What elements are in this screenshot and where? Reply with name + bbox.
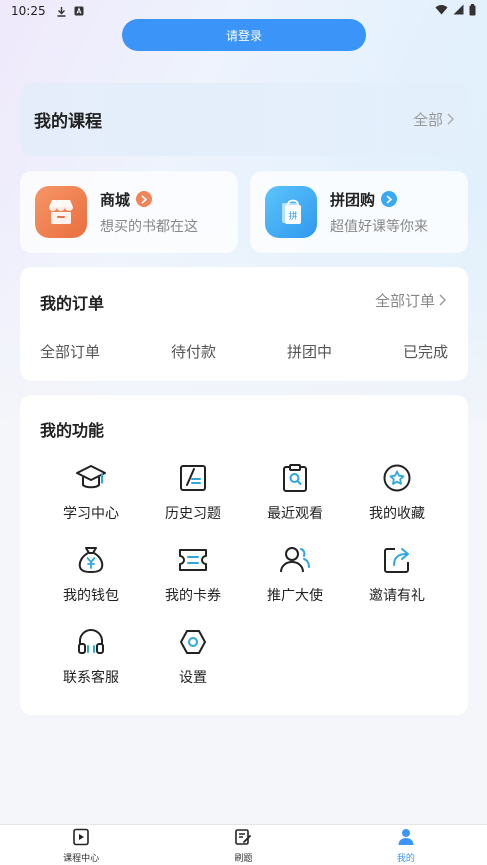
order-tab-group-buying[interactable]: 拼团中 bbox=[287, 341, 332, 362]
function-label: 联系客服 bbox=[63, 670, 119, 686]
course-video-icon bbox=[72, 828, 90, 850]
functions-grid: 学习中心 历史习题 最近观看 我的收藏 我的钱包 我的卡券 推广大使 邀请有礼 … bbox=[40, 461, 448, 687]
star-icon bbox=[380, 461, 414, 495]
function-settings[interactable]: 设置 bbox=[142, 625, 244, 687]
ambassador-icon bbox=[278, 543, 312, 577]
function-label: 我的卡券 bbox=[165, 588, 221, 604]
settings-icon bbox=[176, 625, 210, 659]
function-label: 邀请有礼 bbox=[369, 588, 425, 604]
mall-title: 商城 bbox=[100, 190, 131, 209]
tab-label: 我的 bbox=[396, 854, 415, 864]
order-tab-completed[interactable]: 已完成 bbox=[403, 341, 448, 362]
function-label: 推广大使 bbox=[267, 588, 323, 604]
tab-course-center[interactable]: 课程中心 bbox=[0, 825, 162, 865]
function-my-favorites[interactable]: 我的收藏 bbox=[346, 461, 448, 523]
share-icon bbox=[380, 543, 414, 577]
my-functions-title: 我的功能 bbox=[40, 421, 105, 440]
function-label: 历史习题 bbox=[165, 506, 221, 522]
mall-subtitle: 想买的书都在这 bbox=[100, 218, 198, 235]
status-indicators bbox=[435, 3, 476, 19]
tab-label: 刷题 bbox=[234, 854, 253, 864]
battery-icon bbox=[469, 3, 476, 19]
status-time: 10:25 bbox=[11, 4, 46, 18]
exercise-history-icon bbox=[176, 461, 210, 495]
order-status-tabs: 全部订单 待付款 拼团中 已完成 bbox=[40, 341, 448, 362]
app-notification-icon bbox=[74, 6, 85, 17]
orders-view-all-label: 全部订单 bbox=[374, 292, 435, 310]
clipboard-search-icon bbox=[278, 461, 312, 495]
orders-view-all-link[interactable]: 全部订单 bbox=[375, 290, 446, 311]
bottom-tab-bar: 课程中心 刷题 我的 bbox=[0, 824, 487, 865]
chevron-right-circle-icon bbox=[381, 191, 398, 207]
graduation-cap-icon bbox=[74, 461, 108, 495]
my-courses-title: 我的课程 bbox=[34, 112, 102, 132]
tab-label: 课程中心 bbox=[63, 854, 100, 864]
wifi-icon bbox=[435, 4, 448, 18]
practice-edit-icon bbox=[234, 828, 252, 850]
function-label: 最近观看 bbox=[267, 506, 323, 522]
signal-icon bbox=[453, 4, 464, 18]
function-label: 我的钱包 bbox=[63, 588, 119, 604]
my-courses-card[interactable]: 我的课程 全部 bbox=[20, 83, 468, 156]
money-bag-icon bbox=[74, 543, 108, 577]
courses-view-all-link[interactable]: 全部 bbox=[413, 109, 454, 130]
my-functions-card: 我的功能 学习中心 历史习题 最近观看 我的收藏 我的钱包 我的卡券 推广大使 … bbox=[20, 395, 468, 715]
svg-text:拼: 拼 bbox=[288, 210, 297, 222]
tab-practice[interactable]: 刷题 bbox=[162, 825, 324, 865]
my-orders-title: 我的订单 bbox=[40, 294, 105, 313]
function-my-coupons[interactable]: 我的卡券 bbox=[142, 543, 244, 605]
group-buy-bag-icon: 拼 bbox=[265, 186, 317, 238]
my-orders-card: 我的订单 全部订单 全部订单 待付款 拼团中 已完成 bbox=[20, 267, 468, 381]
function-label: 设置 bbox=[179, 670, 207, 686]
function-invite-gift[interactable]: 邀请有礼 bbox=[346, 543, 448, 605]
function-promotion-ambassador[interactable]: 推广大使 bbox=[244, 543, 346, 605]
store-icon bbox=[35, 186, 87, 238]
chevron-right-circle-icon bbox=[136, 191, 153, 207]
mall-entry[interactable]: 商城 想买的书都在这 bbox=[20, 171, 238, 253]
login-button[interactable]: 请登录 bbox=[122, 19, 366, 51]
function-learning-center[interactable]: 学习中心 bbox=[40, 461, 142, 523]
function-label: 我的收藏 bbox=[369, 506, 425, 522]
ticket-icon bbox=[176, 543, 210, 577]
order-tab-pending-payment[interactable]: 待付款 bbox=[171, 341, 216, 362]
download-icon bbox=[56, 6, 67, 17]
function-label: 学习中心 bbox=[63, 506, 119, 522]
group-buy-entry[interactable]: 拼 拼团购 超值好课等你来 bbox=[250, 171, 468, 253]
tab-mine[interactable]: 我的 bbox=[325, 825, 487, 865]
chevron-right-icon bbox=[439, 292, 446, 310]
chevron-right-icon bbox=[447, 111, 454, 129]
order-tab-all[interactable]: 全部订单 bbox=[40, 341, 100, 362]
profile-icon bbox=[397, 828, 415, 850]
headset-icon bbox=[74, 625, 108, 659]
function-exercise-history[interactable]: 历史习题 bbox=[142, 461, 244, 523]
function-my-wallet[interactable]: 我的钱包 bbox=[40, 543, 142, 605]
function-recently-watched[interactable]: 最近观看 bbox=[244, 461, 346, 523]
group-buy-subtitle: 超值好课等你来 bbox=[330, 218, 428, 235]
function-customer-service[interactable]: 联系客服 bbox=[40, 625, 142, 687]
group-buy-title: 拼团购 bbox=[330, 190, 376, 209]
courses-view-all-label: 全部 bbox=[412, 111, 443, 129]
